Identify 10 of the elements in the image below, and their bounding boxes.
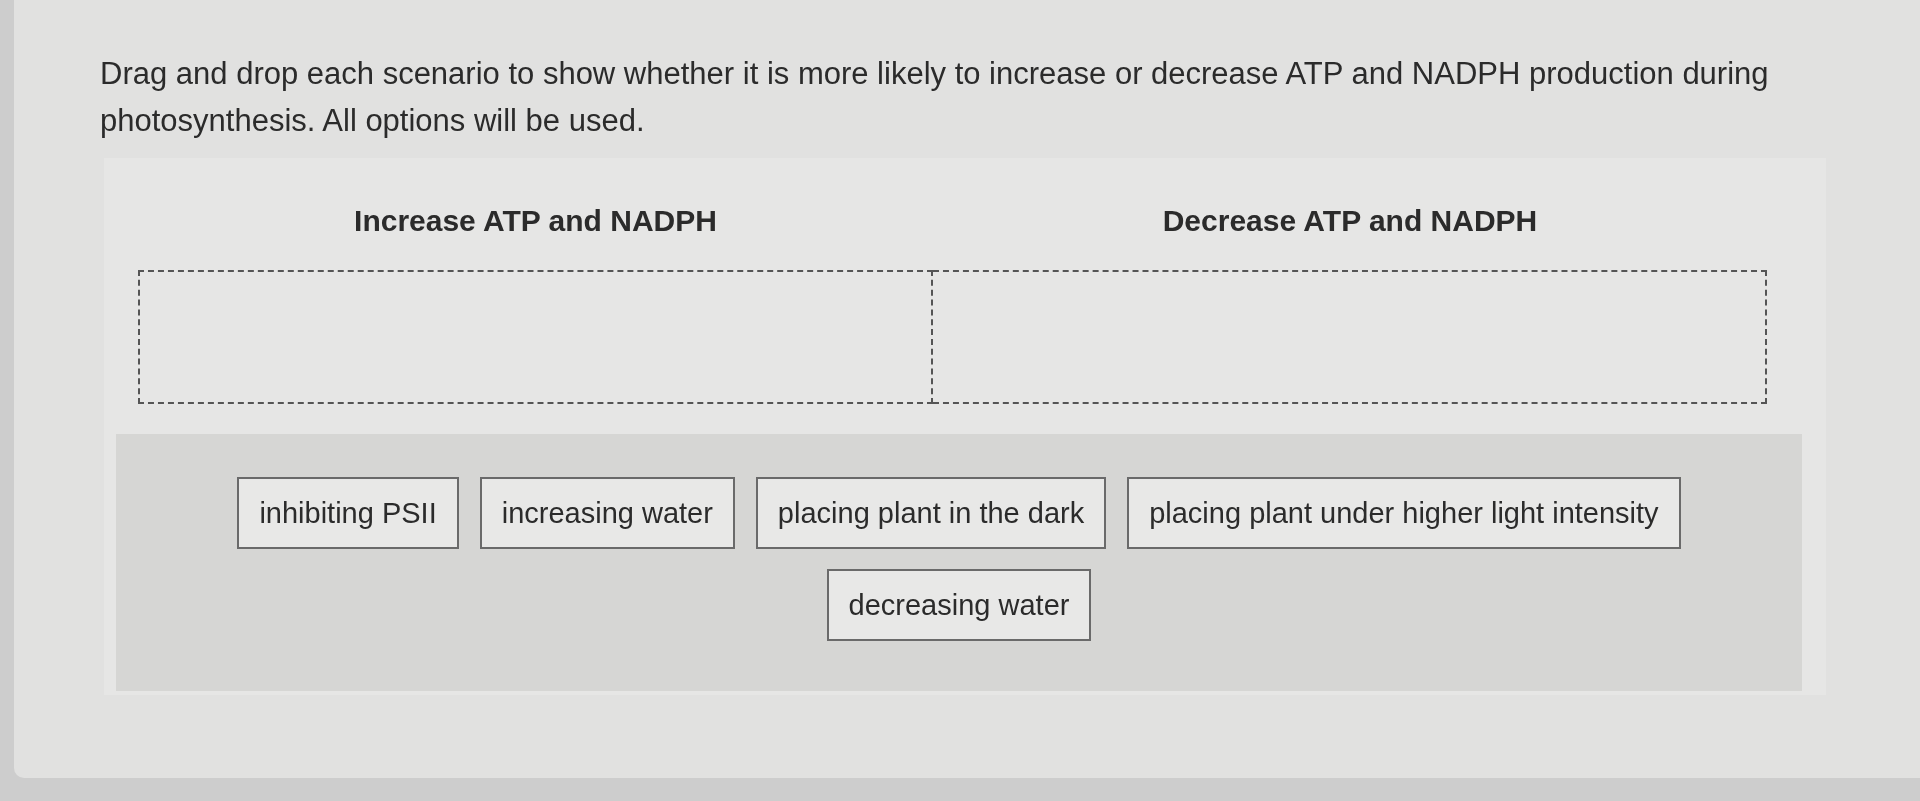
draggable-option[interactable]: decreasing water xyxy=(826,569,1092,641)
category-heading: Increase ATP and NADPH xyxy=(354,203,717,239)
drop-zone[interactable] xyxy=(138,270,933,404)
draggable-option[interactable]: increasing water xyxy=(479,477,735,549)
category-heading: Decrease ATP and NADPH xyxy=(1162,203,1538,239)
instruction-text: Drag and drop each scenario to show whether it is more likely to increase or decrease ATP and NADPH production during photosynthesis. All options will be used. xyxy=(100,55,1770,140)
draggable-option[interactable]: inhibiting PSII xyxy=(237,477,459,549)
draggable-option[interactable]: placing plant in the dark xyxy=(755,477,1107,549)
drop-zone[interactable] xyxy=(933,270,1767,404)
draggable-option[interactable]: placing plant under higher light intensity xyxy=(1127,477,1681,549)
